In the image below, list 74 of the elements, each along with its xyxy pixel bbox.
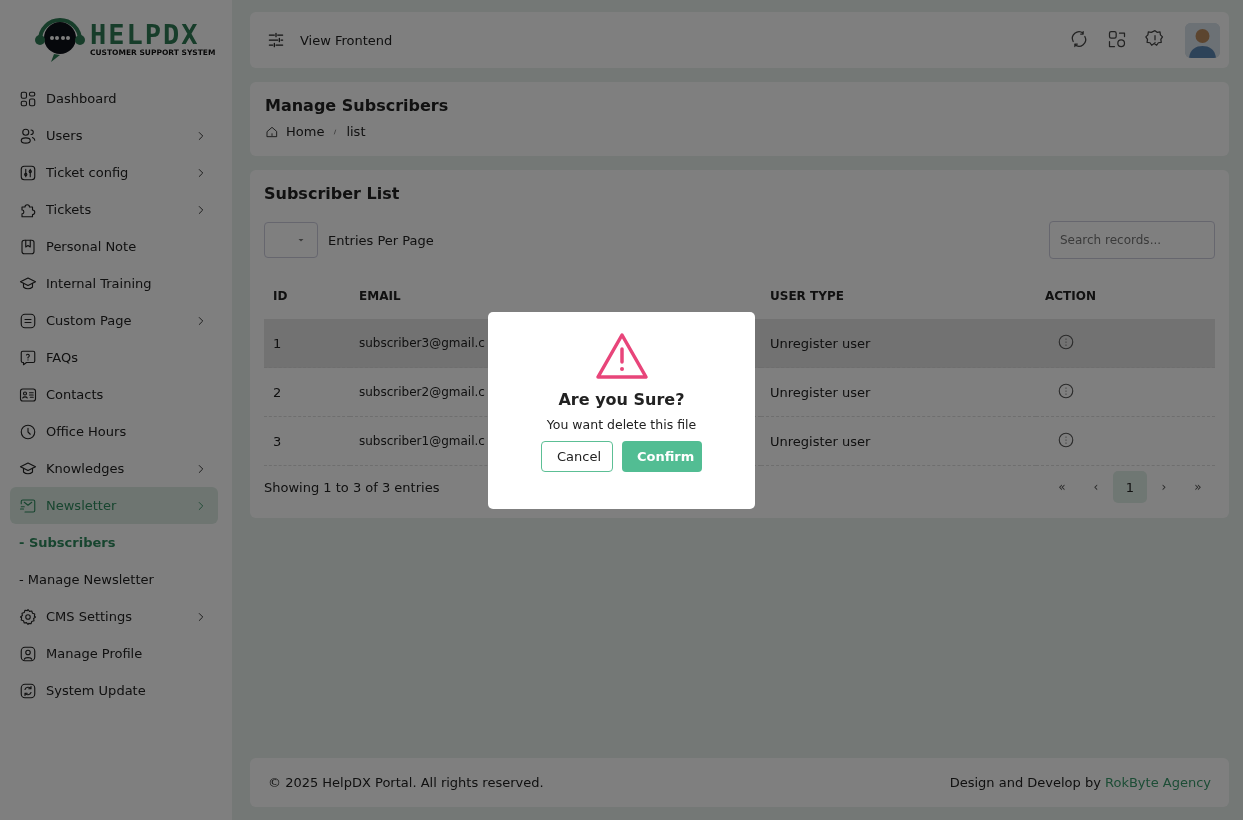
table-cell: subscriber3@gmail.c: [359, 336, 485, 350]
view-frontend-link[interactable]: View Frontend: [300, 32, 393, 48]
table-cell: 1: [273, 335, 282, 351]
agency-link[interactable]: RokByte Agency: [1105, 775, 1211, 790]
copyright-text: © 2025 HelpDX Portal. All rights reserved.: [268, 775, 544, 790]
breadcrumb[interactable]: Home: [286, 124, 325, 139]
sidebar-item[interactable]: Internal Training: [10, 265, 218, 302]
search-field[interactable]: Search records...: [1049, 221, 1215, 259]
sliders-icon: [266, 30, 286, 50]
gear-icon: [19, 607, 37, 626]
page-title: Manage Subscribers: [265, 96, 450, 115]
contact-card-icon: [19, 385, 37, 404]
more-options-icon: [1057, 332, 1075, 351]
sidebar-item[interactable]: Office Hours: [10, 413, 218, 450]
warning-icon: [594, 332, 649, 380]
sidebar-item[interactable]: Contacts: [10, 376, 218, 413]
table-cell: 3: [273, 433, 282, 449]
action-button[interactable]: [1057, 381, 1075, 400]
table-cell: 2: [273, 384, 282, 400]
sidebar-item[interactable]: Dashboard: [10, 80, 218, 117]
page-icon: [19, 311, 37, 330]
alert-badge-icon: [1145, 28, 1165, 49]
sidebar-item[interactable]: Ticket config: [10, 154, 218, 191]
refresh-icon: [19, 681, 37, 700]
breadcrumb: list: [346, 124, 366, 139]
sidebar-item[interactable]: System Update: [10, 672, 218, 709]
users-icon: [19, 126, 37, 145]
question-bubble-icon: [19, 348, 37, 367]
table-cell: Unregister user: [770, 433, 871, 449]
cancel-button[interactable]: Cancel: [541, 441, 613, 472]
sliders-icon: [19, 163, 37, 182]
sidebar-subitem[interactable]: - Manage Newsletter: [10, 561, 218, 598]
action-button[interactable]: [1057, 430, 1075, 449]
more-options-icon: [1057, 381, 1075, 400]
home-icon: [265, 124, 279, 139]
clock-icon: [19, 422, 37, 441]
logo-name: HELPDX: [90, 21, 200, 48]
sidebar-item[interactable]: Manage Profile: [10, 635, 218, 672]
column-header: USER TYPE: [770, 289, 844, 303]
more-options-icon: [1057, 430, 1075, 449]
column-header: EMAIL: [359, 289, 401, 303]
avatar[interactable]: [1185, 22, 1220, 58]
sidebar-item[interactable]: Custom Page: [10, 302, 218, 339]
sidebar-item[interactable]: Users: [10, 117, 218, 154]
column-header: ID: [273, 289, 288, 303]
table-cell: Unregister user: [770, 335, 871, 351]
action-button[interactable]: [1057, 332, 1075, 351]
entries-summary: Showing 1 to 3 of 3 entries: [264, 479, 440, 495]
card-title: Subscriber List: [264, 184, 401, 203]
entries-label: Entries Per Page: [328, 232, 434, 248]
pagination-button[interactable]: ›: [1147, 471, 1181, 503]
sidebar-subitem[interactable]: - Subscribers: [10, 524, 218, 561]
table-cell: Unregister user: [770, 384, 871, 400]
sidebar-item[interactable]: Personal Note: [10, 228, 218, 265]
pagination-button[interactable]: ‹: [1079, 471, 1113, 503]
table-cell: subscriber2@gmail.c: [359, 385, 485, 399]
sync-icon: [1069, 28, 1089, 49]
translate-icon: [1107, 28, 1127, 49]
dialog-title: Are you Sure?: [558, 390, 685, 409]
column-header: ACTION: [1045, 289, 1096, 303]
table-cell: subscriber1@gmail.c: [359, 434, 485, 448]
pagination-button[interactable]: «: [1045, 471, 1079, 503]
dashboard-icon: [19, 89, 37, 108]
sidebar-item[interactable]: Knowledges: [10, 450, 218, 487]
sidebar-item[interactable]: CMS Settings: [10, 598, 218, 635]
pagination-button[interactable]: »: [1181, 471, 1215, 503]
mail-icon: [19, 496, 37, 515]
profile-icon: [19, 644, 37, 663]
credit-text: Design and Develop by RokByte Agency: [949, 775, 1211, 790]
sidebar-item[interactable]: FAQs: [10, 339, 218, 376]
sidebar-item[interactable]: Tickets: [10, 191, 218, 228]
note-icon: [19, 237, 37, 256]
dialog-message: You want delete this file: [546, 417, 697, 432]
pagination-button[interactable]: 1: [1113, 471, 1147, 503]
